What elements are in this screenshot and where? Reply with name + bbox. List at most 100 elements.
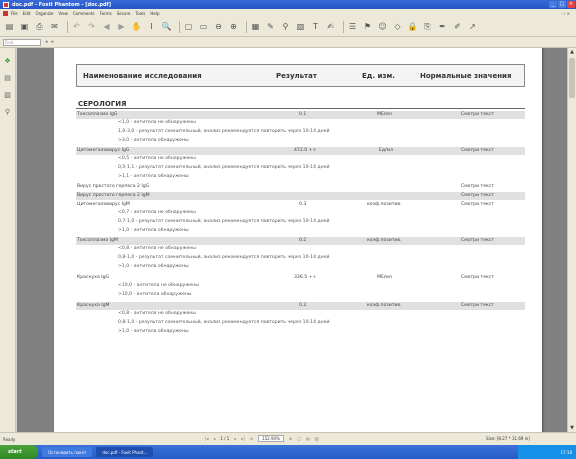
continuous-icon[interactable]: ▤	[306, 436, 310, 441]
note-line: <0,8 - антитела не обнаружены	[118, 311, 196, 316]
zoom-in-status-icon[interactable]: ⊕	[289, 436, 292, 441]
row-result: 336.5 ++	[294, 275, 317, 280]
menu-forms[interactable]: Forms	[100, 11, 112, 16]
menu-edit[interactable]: Edit	[23, 11, 31, 16]
select-text-icon[interactable]: I	[146, 21, 157, 32]
find-prev-icon[interactable]: ◂	[45, 39, 48, 45]
arrow-tool-icon[interactable]: ↗	[467, 21, 478, 32]
minimize-button[interactable]: _	[549, 1, 557, 8]
toolbar-separator	[246, 20, 247, 33]
doc-icon	[3, 10, 8, 16]
vertical-scrollbar[interactable]: ▲ ▼	[567, 48, 576, 432]
taskbar-item-active[interactable]: doc.pdf - Foxit Phant...	[96, 447, 154, 457]
title-bar: doc.pdf - Foxit Phantom - [doc.pdf] _ □ …	[0, 0, 576, 9]
layers-icon[interactable]: ▧	[3, 90, 12, 99]
menu-organize[interactable]: Organize	[35, 11, 53, 16]
zoom-out-status-icon[interactable]: ⊖	[250, 436, 253, 441]
find-input[interactable]: Find	[3, 38, 41, 46]
menu-file[interactable]: File	[11, 11, 18, 16]
comment-icon[interactable]: ✐	[452, 21, 463, 32]
pages-icon[interactable]: ▤	[3, 73, 12, 82]
zoom-in-icon[interactable]: ⊕	[228, 21, 239, 32]
menu-comments[interactable]: Comments	[73, 11, 95, 16]
app-icon	[3, 1, 9, 8]
fit-width-icon[interactable]: ▭	[198, 21, 209, 32]
redo-icon[interactable]: ↷	[86, 21, 97, 32]
last-page-icon[interactable]: ▸|	[241, 436, 244, 441]
start-button[interactable]: start	[0, 445, 38, 459]
fit-page-icon[interactable]: ▢	[183, 21, 194, 32]
pdf-page: Наименование исследования Результат Ед. …	[54, 48, 542, 432]
note-line: >1,0 - антитела обнаружены	[118, 264, 189, 269]
undo-icon[interactable]: ↶	[71, 21, 82, 32]
zoom-out-icon[interactable]: ⊖	[213, 21, 224, 32]
section-title: СЕРОЛОГИЯ	[78, 100, 127, 108]
row-unit: коэф.позитив.	[367, 303, 402, 308]
row-unit: коэф.позитив.	[367, 202, 402, 207]
maximize-button[interactable]: □	[558, 1, 566, 8]
scroll-up-icon[interactable]: ▲	[568, 48, 576, 56]
taskbar-item[interactable]: Остановить пакет	[42, 447, 93, 457]
menu-help[interactable]: Help	[150, 11, 159, 16]
row-norm: Смотри текст	[461, 148, 494, 153]
lock-icon[interactable]: 🔒	[407, 21, 418, 32]
signature-icon[interactable]: ✒	[437, 21, 448, 32]
first-page-icon[interactable]: |◂	[205, 436, 208, 441]
table-header: Наименование исследования Результат Ед. …	[76, 64, 525, 87]
row-name: Вирус простого герпеса 2 IgG	[77, 184, 150, 189]
note-line: <0,8 - антитела не обнаружены	[118, 246, 196, 251]
bookmarks-icon[interactable]: ❖	[3, 56, 12, 65]
row-unit: Ед/мл	[379, 148, 394, 153]
scroll-thumb[interactable]	[569, 58, 575, 98]
open-icon[interactable]: ▤	[4, 21, 15, 32]
link-icon[interactable]: ⚲	[280, 21, 291, 32]
row-result: 0.2	[299, 303, 307, 308]
email-icon[interactable]: ✉	[49, 21, 60, 32]
menu-secure[interactable]: Secure	[117, 11, 131, 16]
hand-tool-icon[interactable]: ✋	[131, 21, 142, 32]
row-result: 472.0 ++	[294, 148, 317, 153]
menu-view[interactable]: View	[58, 11, 68, 16]
row-norm: Смотри текст	[461, 303, 494, 308]
toolbar-separator	[179, 20, 180, 33]
find-toolbar: Find ◂ ▸	[0, 37, 576, 48]
stamp-icon[interactable]: ⚑	[362, 21, 373, 32]
doc-window-controls[interactable]: - ‹ ×	[561, 11, 570, 16]
scroll-down-icon[interactable]: ▼	[568, 424, 576, 432]
zoom-tool-icon[interactable]: 🔍	[161, 21, 172, 32]
shape-icon[interactable]: ◇	[392, 21, 403, 32]
document-viewport[interactable]: Наименование исследования Результат Ед. …	[17, 48, 567, 432]
row-norm: Смотри текст	[461, 112, 494, 117]
note-line: <1,0 - антитела не обнаружены	[118, 120, 196, 125]
user-icon[interactable]: ☺	[377, 21, 388, 32]
typewriter-icon[interactable]: ▦	[250, 21, 261, 32]
note-line: 0,8-1,0 - результат сомнительный, анализ…	[118, 320, 330, 325]
find-next-icon[interactable]: ▸	[52, 39, 55, 45]
forward-icon[interactable]: ▶	[116, 21, 127, 32]
status-bar: Ready |◂ ◂ 1 / 1 ▸ ▸| ⊖ 152.90% ⊕ ▢ ▤ ▥ …	[0, 432, 576, 445]
image-icon[interactable]: ▧	[295, 21, 306, 32]
page-number-field[interactable]: 1 / 1	[220, 436, 229, 441]
back-icon[interactable]: ◀	[101, 21, 112, 32]
next-page-icon[interactable]: ▸	[234, 436, 236, 441]
print-icon[interactable]: ⎙	[34, 21, 45, 32]
prev-page-icon[interactable]: ◂	[213, 436, 215, 441]
clock: 17:18	[560, 449, 572, 455]
attachments-icon[interactable]: ⚲	[3, 107, 12, 116]
note-icon[interactable]: ✎	[265, 21, 276, 32]
form-icon[interactable]: ☰	[347, 21, 358, 32]
text-box-icon[interactable]: T	[310, 21, 321, 32]
note-line: >1,0 - антитела обнаружены	[118, 228, 189, 233]
menu-tools[interactable]: Tools	[136, 11, 146, 16]
zoom-level-field[interactable]: 152.90%	[258, 435, 284, 442]
section-divider	[76, 108, 525, 109]
close-button[interactable]: ×	[567, 1, 575, 8]
note-line: >3,0 - антитела обнаружены	[118, 138, 189, 143]
note-line: 0,8-1,0 - результат сомнительный, анализ…	[118, 255, 330, 260]
edit-icon[interactable]: ✍	[325, 21, 336, 32]
save-icon[interactable]: ▣	[19, 21, 30, 32]
single-page-icon[interactable]: ▢	[297, 436, 301, 441]
facing-icon[interactable]: ▥	[315, 436, 319, 441]
row-norm: Смотри текст	[461, 193, 494, 198]
attach-icon[interactable]: ⎘	[422, 21, 433, 32]
